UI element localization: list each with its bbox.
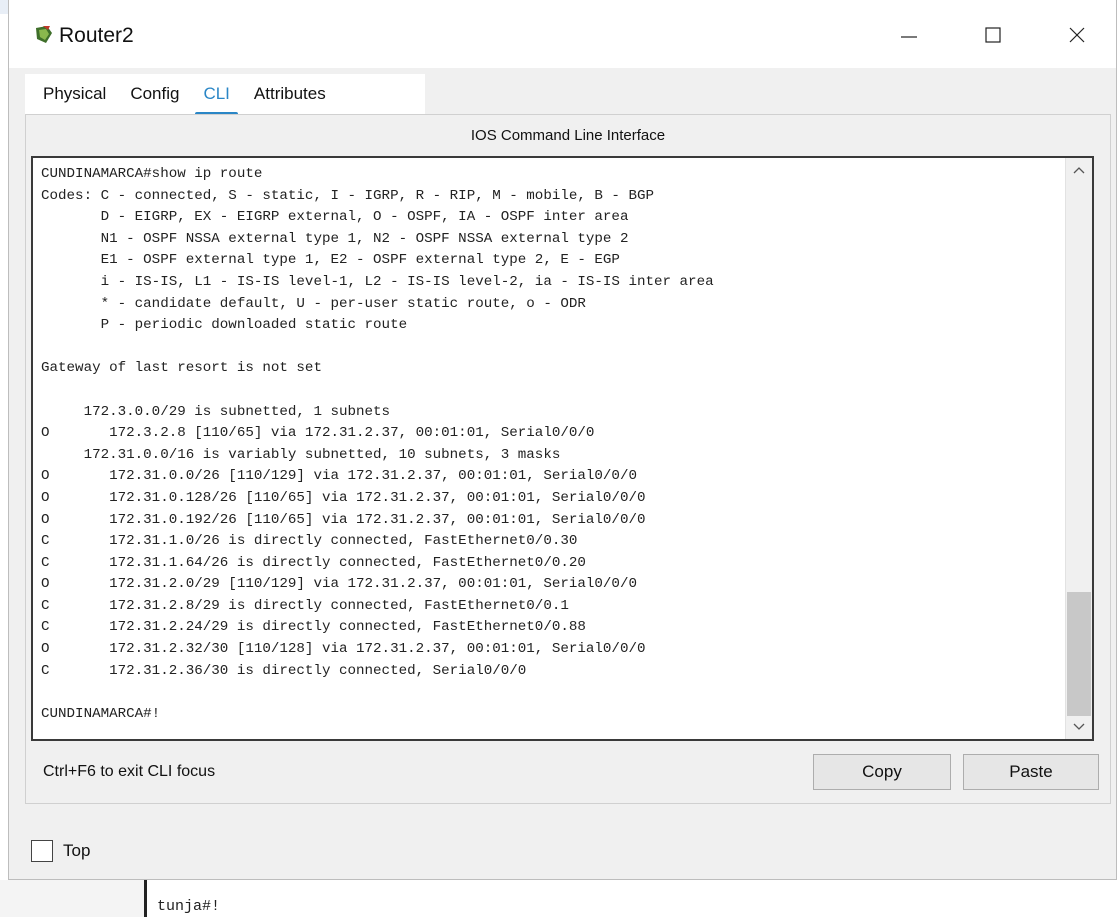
scroll-up-arrow[interactable] bbox=[1066, 158, 1092, 182]
background-cli-text: tunja#! bbox=[157, 898, 221, 915]
tab-strip: Physical Config CLI Attributes bbox=[31, 76, 338, 116]
cli-focus-hint: Ctrl+F6 to exit CLI focus bbox=[43, 763, 216, 780]
console-scrollbar[interactable] bbox=[1065, 158, 1092, 739]
paste-button[interactable]: Paste bbox=[963, 754, 1099, 790]
copy-button[interactable]: Copy bbox=[813, 754, 951, 790]
minimize-button[interactable] bbox=[887, 18, 931, 52]
title-bar[interactable]: Router2 bbox=[9, 0, 1116, 68]
tab-cli[interactable]: CLI bbox=[191, 76, 241, 116]
cli-output[interactable]: CUNDINAMARCA#show ip route Codes: C - co… bbox=[41, 164, 714, 725]
maximize-icon bbox=[985, 27, 1001, 43]
window-title: Router2 bbox=[59, 24, 134, 47]
tab-attributes[interactable]: Attributes bbox=[242, 76, 338, 114]
cli-console[interactable]: CUNDINAMARCA#show ip route Codes: C - co… bbox=[31, 156, 1094, 741]
tab-physical[interactable]: Physical bbox=[31, 76, 118, 114]
top-checkbox[interactable] bbox=[31, 840, 53, 862]
top-checkbox-label: Top bbox=[63, 841, 91, 860]
background-cli-window: tunja#! bbox=[144, 880, 1117, 917]
chevron-up-icon bbox=[1073, 167, 1085, 174]
cli-header: IOS Command Line Interface bbox=[470, 127, 666, 144]
maximize-button[interactable] bbox=[971, 18, 1015, 52]
chevron-down-icon bbox=[1073, 723, 1085, 730]
close-button[interactable] bbox=[1055, 18, 1099, 52]
close-icon bbox=[1069, 27, 1085, 43]
router-icon bbox=[33, 24, 55, 46]
background-window-margin bbox=[0, 880, 144, 917]
tab-config[interactable]: Config bbox=[118, 76, 191, 114]
scroll-thumb[interactable] bbox=[1067, 592, 1091, 716]
router-window: Router2 Physical Config CLI Attributes I… bbox=[8, 0, 1117, 880]
scroll-down-arrow[interactable] bbox=[1066, 715, 1092, 739]
minimize-icon bbox=[901, 36, 917, 38]
